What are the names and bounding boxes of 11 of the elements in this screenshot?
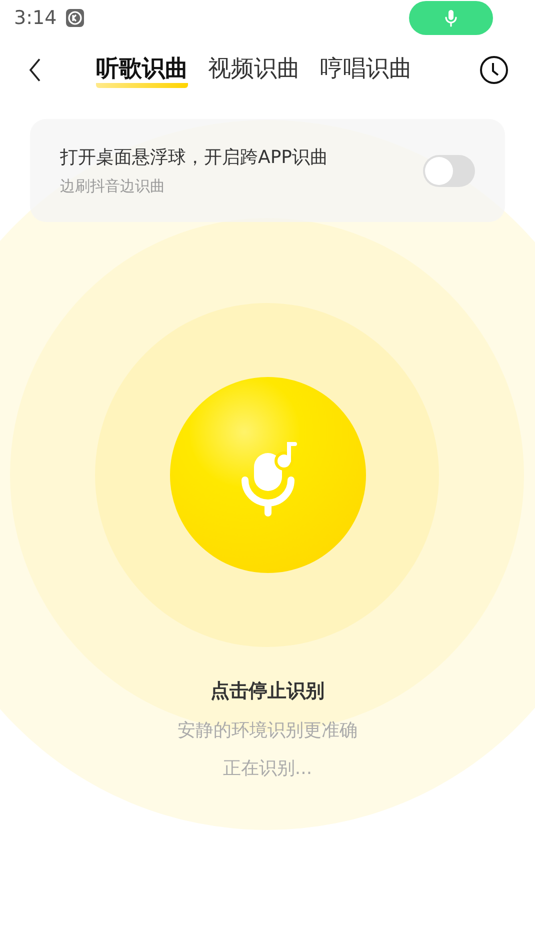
tab[interactable]: 视频识曲 bbox=[208, 52, 300, 88]
history-clock-icon[interactable] bbox=[479, 55, 509, 85]
toggle-switch[interactable] bbox=[423, 154, 475, 186]
status-text: 正在识别... bbox=[222, 757, 312, 780]
card-subtitle: 边刷抖音边识曲 bbox=[60, 177, 166, 196]
app-notification-icon bbox=[64, 8, 85, 28]
tab[interactable]: 哼唱识曲 bbox=[320, 52, 412, 88]
card-title: 打开桌面悬浮球，开启跨APP识曲 bbox=[60, 146, 330, 169]
status-time: 3:14 bbox=[14, 7, 57, 29]
stop-recognition-label[interactable]: 点击停止识别 bbox=[210, 678, 324, 704]
tip-text: 安静的环境识别更准确 bbox=[178, 719, 358, 742]
